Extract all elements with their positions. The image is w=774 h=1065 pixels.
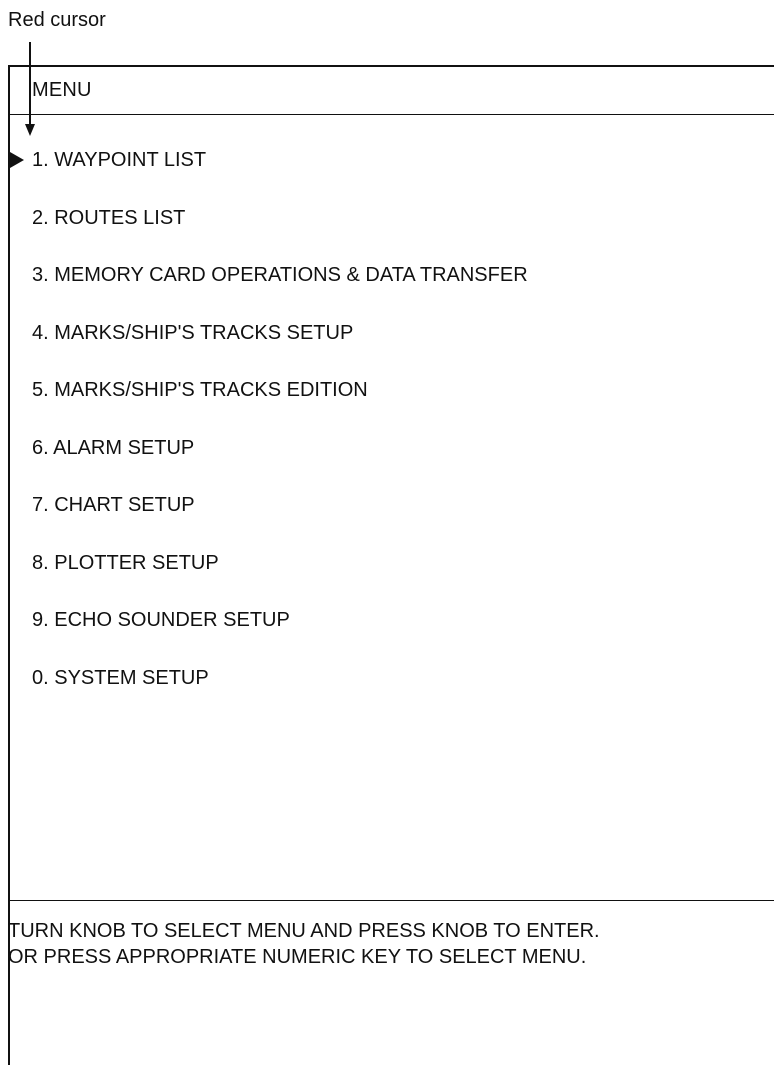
footer-help-text: TURN KNOB TO SELECT MENU AND PRESS KNOB … — [8, 918, 774, 970]
menu-item-label: 8. PLOTTER SETUP — [32, 551, 219, 574]
menu-item-routes-list[interactable]: 2. ROUTES LIST — [10, 205, 770, 263]
menu-item-marks-tracks-edition[interactable]: 5. MARKS/SHIP'S TRACKS EDITION — [10, 377, 770, 435]
cursor-slot — [10, 377, 32, 403]
menu-header: MENU — [8, 65, 774, 115]
cursor-slot — [10, 435, 32, 461]
footer-divider — [8, 900, 774, 901]
menu-item-memory-card[interactable]: 3. MEMORY CARD OPERATIONS & DATA TRANSFE… — [10, 262, 770, 320]
menu-item-label: 4. MARKS/SHIP'S TRACKS SETUP — [32, 321, 354, 344]
menu-item-plotter-setup[interactable]: 8. PLOTTER SETUP — [10, 550, 770, 608]
menu-item-alarm-setup[interactable]: 6. ALARM SETUP — [10, 435, 770, 493]
menu-title: MENU — [32, 79, 92, 101]
cursor-slot — [10, 665, 32, 691]
menu-item-chart-setup[interactable]: 7. CHART SETUP — [10, 492, 770, 550]
menu-item-marks-tracks-setup[interactable]: 4. MARKS/SHIP'S TRACKS SETUP — [10, 320, 770, 378]
cursor-slot — [10, 320, 32, 346]
menu-item-label: 5. MARKS/SHIP'S TRACKS EDITION — [32, 379, 368, 401]
menu-list: 1. WAYPOINT LIST 2. ROUTES LIST 3. MEMOR… — [10, 147, 770, 722]
footer-help-line-2: OR PRESS APPROPRIATE NUMERIC KEY TO SELE… — [8, 946, 587, 968]
menu-item-label: 2. ROUTES LIST — [32, 206, 186, 229]
menu-item-label: 7. CHART SETUP — [32, 494, 195, 516]
cursor-slot — [10, 607, 32, 633]
menu-item-label: 3. MEMORY CARD OPERATIONS & DATA TRANSFE… — [32, 264, 528, 286]
menu-item-label: 0. SYSTEM SETUP — [32, 666, 209, 689]
callout-label: Red cursor — [8, 9, 106, 31]
menu-item-echo-sounder-setup[interactable]: 9. ECHO SOUNDER SETUP — [10, 607, 770, 665]
menu-item-waypoint-list[interactable]: 1. WAYPOINT LIST — [10, 147, 770, 205]
menu-item-label: 9. ECHO SOUNDER SETUP — [32, 609, 290, 631]
menu-item-label: 1. WAYPOINT LIST — [32, 149, 207, 171]
cursor-slot — [10, 262, 32, 288]
cursor-slot — [10, 147, 32, 173]
cursor-triangle-icon — [10, 152, 24, 168]
menu-item-label: 6. ALARM SETUP — [32, 436, 195, 459]
cursor-slot — [10, 550, 32, 576]
cursor-slot — [10, 205, 32, 231]
footer-help-line-1: TURN KNOB TO SELECT MENU AND PRESS KNOB … — [8, 920, 600, 942]
cursor-slot — [10, 492, 32, 518]
menu-item-system-setup[interactable]: 0. SYSTEM SETUP — [10, 665, 770, 723]
